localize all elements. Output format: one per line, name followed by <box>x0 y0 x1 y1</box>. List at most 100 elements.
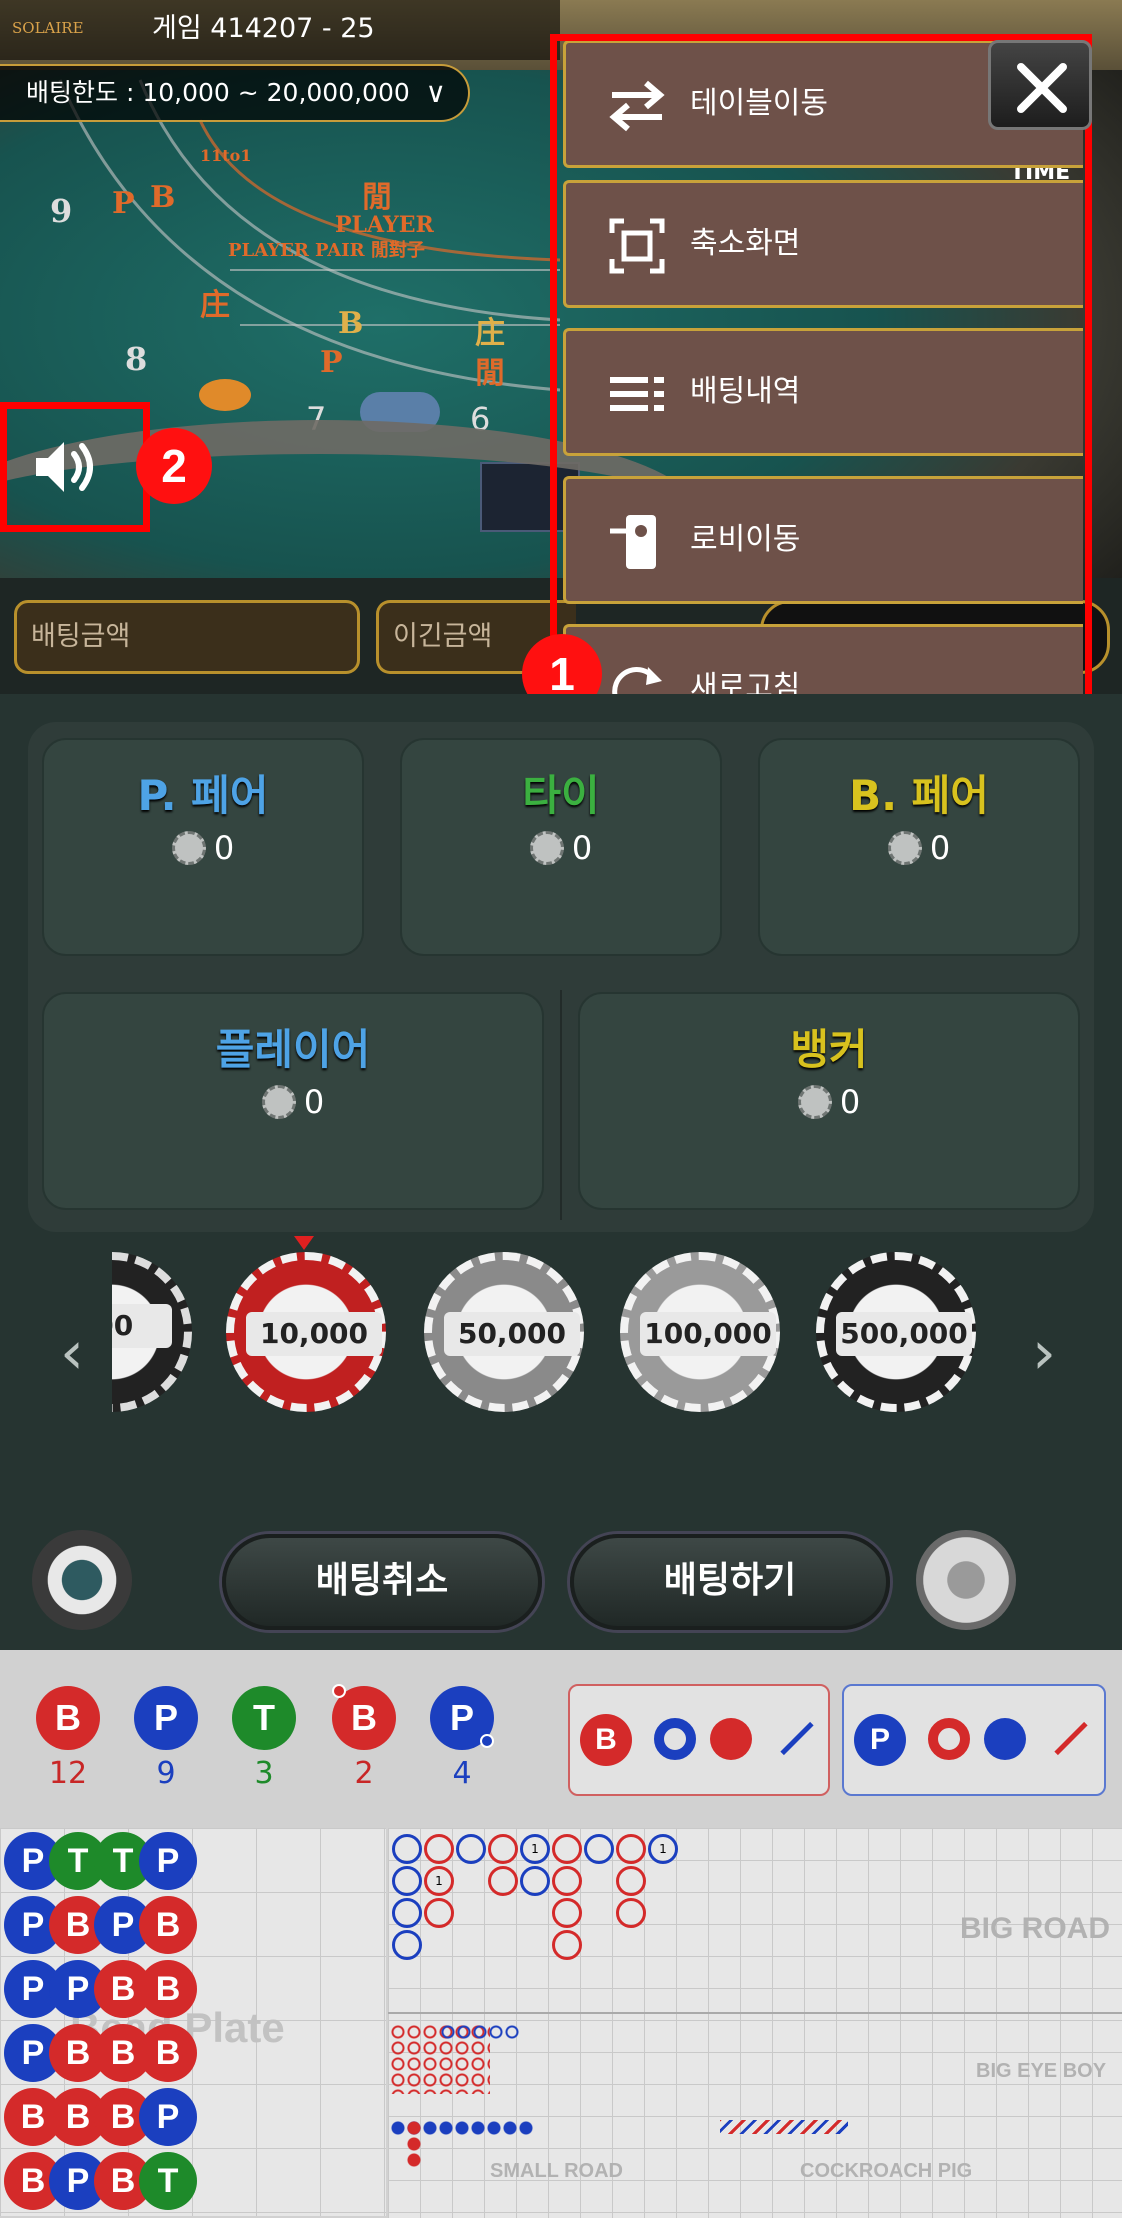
chip-50000-value: 50,000 <box>444 1312 580 1356</box>
player-prediction-box[interactable]: P <box>842 1684 1106 1796</box>
stat-tie-ball: T <box>232 1686 296 1750</box>
chevron-left-icon[interactable]: ‹ <box>60 1318 84 1388</box>
big-road-ring <box>392 1834 422 1864</box>
big-road-ring <box>488 1834 518 1864</box>
big-road-ring <box>424 1898 454 1928</box>
banker-prediction-box[interactable]: B <box>568 1684 830 1796</box>
predict-cockroach-slash <box>1054 1721 1088 1756</box>
banker-label: 뱅커 <box>790 1025 868 1074</box>
table-player-text: PLAYER <box>335 212 434 238</box>
big-road-ring <box>424 1834 454 1864</box>
table-pair-label: PLAYER PAIR 閒對子 <box>228 240 425 261</box>
bet-player[interactable]: 플레이어 0 <box>42 992 544 1210</box>
bet-tie[interactable]: 타이 0 <box>400 738 722 956</box>
big-road-ring <box>552 1834 582 1864</box>
bet-amount-field: 배팅금액 <box>14 600 360 674</box>
banker-predict-ball: B <box>580 1714 632 1766</box>
settings-gear-left-icon[interactable] <box>32 1530 132 1630</box>
table-payout-label: 11to1 <box>200 146 252 165</box>
table-banker-hanzi: 庄 <box>200 288 230 323</box>
table-p-box: P <box>320 345 343 380</box>
settings-gear-right-icon[interactable] <box>916 1530 1016 1630</box>
chip-10000[interactable]: 10,000 <box>226 1252 386 1412</box>
big-road-ring <box>616 1834 646 1864</box>
big-road-ring <box>616 1898 646 1928</box>
big-eye-boy-marks-blue <box>440 2024 520 2040</box>
small-road-label: SMALL ROAD <box>490 2160 623 2182</box>
player-amount: 0 <box>44 1083 542 1121</box>
cockroach-pig-marks <box>720 2120 848 2134</box>
predict-small-dot <box>710 1718 752 1760</box>
bead-result: P <box>139 2088 197 2146</box>
big-road-ring <box>520 1866 550 1896</box>
chip-partial-value: 000 <box>112 1304 172 1348</box>
big-road-ring <box>456 1834 486 1864</box>
chip-100000-value: 100,000 <box>640 1312 776 1356</box>
table-number-8: 8 <box>125 340 148 378</box>
big-road-ring-tie: 1 <box>520 1834 550 1864</box>
chip-100000[interactable]: 100,000 <box>620 1252 780 1412</box>
close-menu-button[interactable] <box>988 40 1092 130</box>
bet-banker-pair[interactable]: B. 페어 0 <box>758 738 1080 956</box>
player-pair-label: P. 페어 <box>137 771 269 820</box>
panel-divider <box>560 990 562 1220</box>
predict-cockroach-slash <box>780 1721 814 1756</box>
coin-icon <box>529 831 564 865</box>
table-player-hanzi: 閒 <box>362 180 392 215</box>
bet-player-pair[interactable]: P. 페어 0 <box>42 738 364 956</box>
coin-icon <box>261 1085 296 1119</box>
banker-pair-amount: 0 <box>760 829 1078 867</box>
casino-logo: SOLAIRE <box>12 19 84 37</box>
player-label: 플레이어 <box>215 1025 371 1074</box>
selected-chip-marker <box>294 1236 314 1250</box>
big-eye-boy-label: BIG EYE BOY <box>976 2060 1107 2082</box>
table-b-letter: B <box>150 180 176 215</box>
chip-50000[interactable]: 50,000 <box>424 1252 584 1412</box>
big-road-label: BIG ROAD <box>960 1912 1110 1945</box>
bead-result: B <box>139 1896 197 1954</box>
chip-10000-value: 10,000 <box>246 1312 382 1356</box>
tie-amount: 0 <box>402 829 720 867</box>
big-road-ring <box>584 1834 614 1864</box>
chevron-down-icon: ∨ <box>425 76 447 109</box>
bet-limit-text: 배팅한도 : 10,000 ~ 20,000,000 <box>26 78 410 107</box>
tie-label: 타이 <box>522 771 600 820</box>
big-road-ring <box>552 1898 582 1928</box>
predict-bigeye-ring <box>654 1718 696 1760</box>
cockroach-pig-label: COCKROACH PIG <box>800 2160 973 2182</box>
stat-banker-pair-count: 2 <box>354 1756 374 1791</box>
place-bet-button[interactable]: 배팅하기 <box>570 1534 890 1630</box>
bead-result: P <box>139 1832 197 1890</box>
stat-player-ball: P <box>134 1686 198 1750</box>
bet-banker[interactable]: 뱅커 0 <box>578 992 1080 1210</box>
coin-icon <box>887 831 922 865</box>
player-pair-amount: 0 <box>44 829 362 867</box>
small-road-marks-red <box>406 2120 422 2168</box>
table-p-letter: P <box>112 186 135 221</box>
cancel-bet-button[interactable]: 배팅취소 <box>222 1534 542 1630</box>
table-b-box: B <box>338 306 364 341</box>
predict-bigeye-ring <box>928 1718 970 1760</box>
big-road-ring <box>392 1866 422 1896</box>
menu-highlight-frame <box>550 34 1092 756</box>
chip-500000-value: 500,000 <box>836 1312 972 1356</box>
big-road-ring-tie: 1 <box>424 1866 454 1896</box>
big-road-ring <box>552 1930 582 1960</box>
annotation-badge-2: 2 <box>136 428 212 504</box>
game-title: 게임 414207 - 25 <box>152 13 375 44</box>
table-banker-hanzi-2: 庄 <box>475 316 505 351</box>
big-road-ring <box>392 1930 422 1960</box>
big-road-ring <box>488 1866 518 1896</box>
bet-limit-dropdown[interactable]: 배팅한도 : 10,000 ~ 20,000,000 ∨ <box>0 64 470 122</box>
chip-partial[interactable]: 000 <box>112 1252 192 1412</box>
chevron-right-icon[interactable]: › <box>1032 1318 1056 1388</box>
chip-500000[interactable]: 500,000 <box>816 1252 976 1412</box>
big-road-ring <box>616 1866 646 1896</box>
bead-result: B <box>139 1960 197 2018</box>
player-pair-dot <box>480 1734 494 1748</box>
bead-result: T <box>139 2152 197 2210</box>
bead-result: B <box>139 2024 197 2082</box>
chip-partial-body: 000 <box>112 1252 192 1412</box>
banker-amount: 0 <box>580 1083 1078 1121</box>
speaker-icon[interactable] <box>30 432 100 502</box>
